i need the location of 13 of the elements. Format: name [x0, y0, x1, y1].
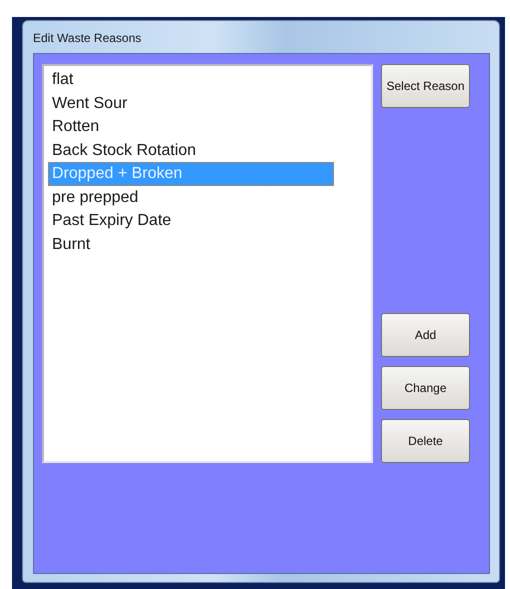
list-item[interactable]: Past Expiry Date — [48, 209, 334, 232]
action-button[interactable]: Add — [381, 313, 470, 357]
list-item[interactable]: Went Sour — [48, 92, 334, 115]
action-button[interactable]: Change — [381, 366, 470, 410]
action-button[interactable]: Delete — [381, 419, 470, 463]
select-reason-button[interactable]: Select Reason — [381, 64, 470, 108]
list-item[interactable]: Back Stock Rotation — [48, 138, 334, 162]
list-item[interactable]: flat — [48, 68, 334, 92]
reasons-list[interactable]: flat Went Sour Rotten Back Stock Rotation Dropped + Broken pre prepped Past Expiry Date Burnt — [42, 64, 373, 463]
list-item[interactable]: Burnt — [48, 232, 334, 256]
list-item[interactable]: Rotten — [48, 115, 334, 138]
list-item[interactable]: pre prepped — [48, 186, 334, 209]
window-title: Edit Waste Reasons — [33, 30, 142, 47]
